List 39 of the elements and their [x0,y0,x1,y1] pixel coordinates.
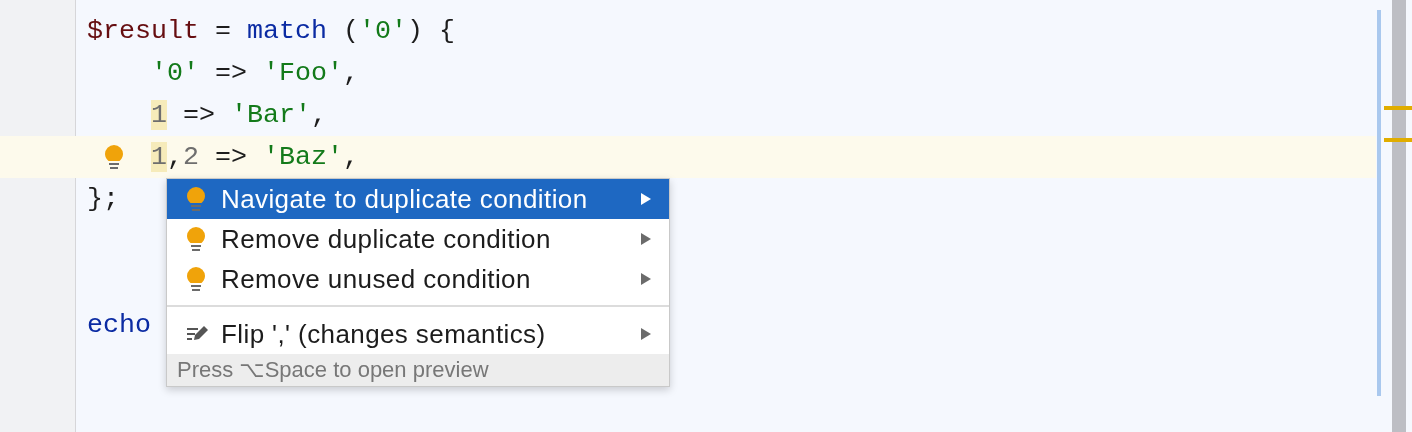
code-token: '0' [358,16,407,46]
submenu-arrow-icon [641,193,651,205]
code-token: => [214,142,248,172]
code-token: 'Bar' [231,100,311,130]
code-token: => [214,58,248,88]
code-token: }; [87,184,119,214]
menu-item-label: Remove duplicate condition [221,223,552,255]
code-token: '0' [151,58,199,88]
code-token: 2 [183,142,199,172]
code-token: => [182,100,216,130]
lightbulb-icon[interactable] [104,144,124,170]
code-token: = [213,16,232,46]
scrollbar[interactable] [1392,0,1406,432]
menu-item-label: Navigate to duplicate condition [221,183,589,215]
submenu-arrow-icon [641,328,651,340]
menu-item[interactable]: Flip ',' (changes semantics) [167,314,669,354]
code-token: , [167,142,183,172]
code-token: ( [341,16,359,46]
warning-marker[interactable] [1384,138,1412,142]
code-token: 1 [151,100,167,130]
menu-item-label: Flip ',' (changes semantics) [221,318,547,350]
menu-item-label: Remove unused condition [221,263,532,295]
menu-item[interactable]: Remove duplicate condition [167,219,669,259]
warning-marker[interactable] [1384,106,1412,110]
code-token: ) { [406,16,455,46]
code-token: 'Foo' [263,58,343,88]
code-token: $result [87,16,199,46]
code-token: 1 [151,142,167,172]
code-token: , [311,100,327,130]
submenu-arrow-icon [641,233,651,245]
menu-item[interactable]: Navigate to duplicate condition [167,179,669,219]
menu-item[interactable]: Remove unused condition [167,259,669,299]
code-token: echo [87,310,151,340]
popup-hint: Press ⌥Space to open preview [167,354,669,386]
code-token: match [247,16,327,46]
code-token: , [343,58,359,88]
code-token: , [343,142,359,172]
code-token: 'Baz' [263,142,343,172]
submenu-arrow-icon [641,273,651,285]
